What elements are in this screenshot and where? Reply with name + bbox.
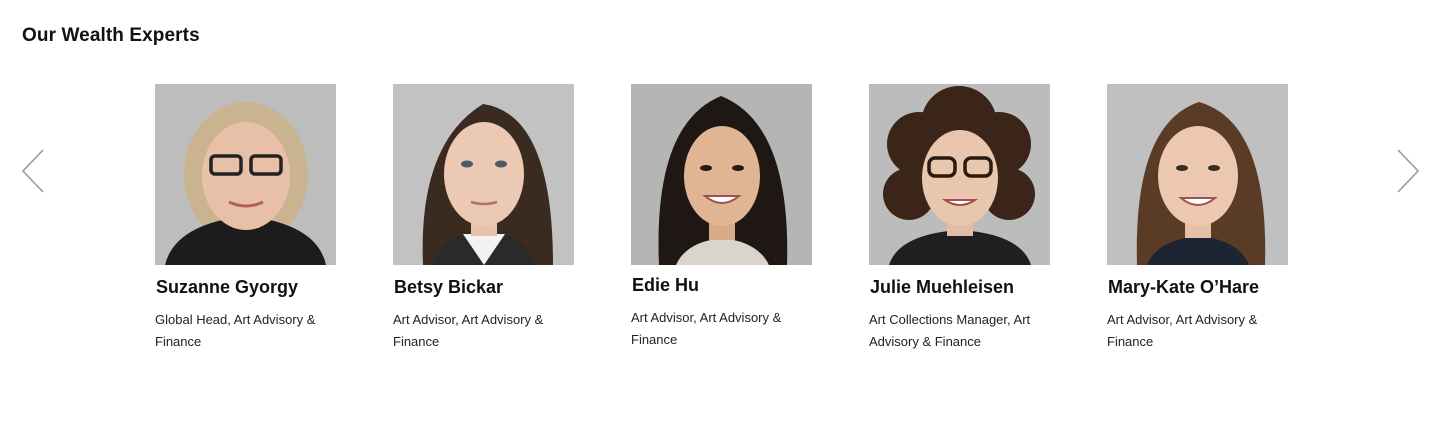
expert-photo (631, 84, 812, 265)
expert-card[interactable]: Mary-Kate O’Hare Art Advisor, Art Adviso… (1107, 84, 1307, 353)
chevron-left-icon (21, 149, 44, 193)
expert-role: Art Advisor, Art Advisory & Finance (631, 310, 782, 347)
expert-role: Art Advisor, Art Advisory & Finance (393, 312, 544, 349)
expert-photo (393, 84, 574, 265)
expert-name[interactable]: Betsy Bickar (394, 276, 593, 298)
expert-role: Art Collections Manager, Art Advisory & … (869, 312, 1031, 349)
expert-photo (1107, 84, 1288, 265)
expert-name[interactable]: Suzanne Gyorgy (156, 276, 355, 298)
expert-name[interactable]: Edie Hu (632, 274, 831, 296)
chevron-right-icon (1397, 149, 1420, 193)
expert-card[interactable]: Suzanne Gyorgy Global Head, Art Advisory… (155, 84, 355, 353)
expert-card[interactable]: Betsy Bickar Art Advisor, Art Advisory &… (393, 84, 593, 353)
expert-card[interactable]: Edie Hu Art Advisor, Art Advisory & Fina… (631, 84, 831, 351)
expert-name[interactable]: Mary-Kate O’Hare (1108, 276, 1307, 298)
carousel-next-button[interactable] (1395, 148, 1421, 194)
expert-photo (869, 84, 1050, 265)
experts-carousel: Suzanne Gyorgy Global Head, Art Advisory… (0, 0, 1435, 421)
expert-card[interactable]: Julie Muehleisen Art Collections Manager… (869, 84, 1069, 353)
expert-name[interactable]: Julie Muehleisen (870, 276, 1069, 298)
carousel-prev-button[interactable] (20, 148, 46, 194)
expert-photo (155, 84, 336, 265)
expert-role: Global Head, Art Advisory & Finance (155, 312, 316, 349)
expert-role: Art Advisor, Art Advisory & Finance (1107, 312, 1258, 349)
